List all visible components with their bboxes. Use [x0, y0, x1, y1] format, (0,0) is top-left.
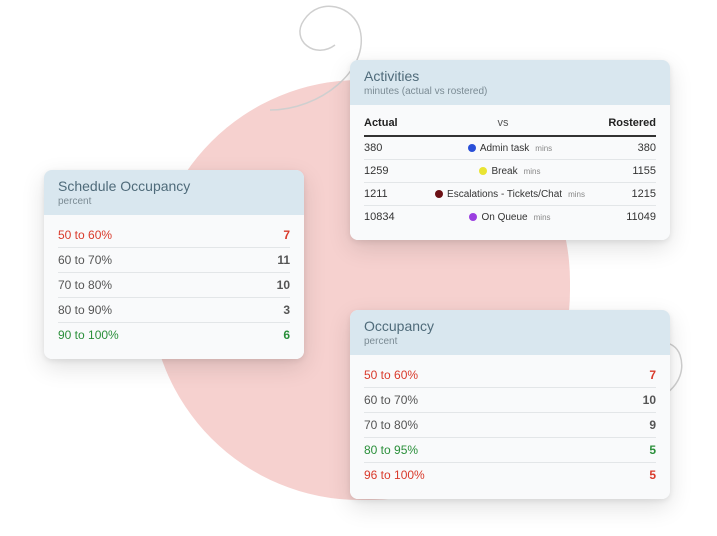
rostered-value: 1215	[606, 188, 656, 200]
activity-label: On Queue mins	[414, 212, 606, 223]
rostered-value: 11049	[606, 211, 656, 223]
actual-value: 1259	[364, 165, 414, 177]
series-color-dot-icon	[469, 213, 477, 221]
series-color-dot-icon	[468, 144, 476, 152]
column-header-vs: vs	[398, 117, 609, 129]
list-item: 60 to 70%10	[364, 388, 656, 413]
card-header: Activities minutes (actual vs rostered)	[350, 60, 670, 105]
rostered-value: 380	[606, 142, 656, 154]
range-value: 5	[628, 443, 656, 457]
activity-name: On Queue	[481, 212, 527, 223]
list-item: 60 to 70%11	[58, 248, 290, 273]
range-value: 6	[262, 328, 290, 342]
range-label: 80 to 95%	[364, 443, 628, 457]
activity-label: Break mins	[414, 166, 606, 177]
activities-table-header: Actual vs Rostered	[364, 113, 656, 137]
list-item: 90 to 100%6	[58, 323, 290, 347]
card-header: Schedule Occupancy percent	[44, 170, 304, 215]
activity-name: Escalations - Tickets/Chat	[447, 189, 562, 200]
list-item: 70 to 80%10	[58, 273, 290, 298]
activity-label: Escalations - Tickets/Chat mins	[414, 189, 606, 200]
mins-suffix: mins	[568, 190, 585, 199]
range-label: 96 to 100%	[364, 468, 628, 482]
activity-name: Break	[491, 166, 517, 177]
list-item: 80 to 95%5	[364, 438, 656, 463]
actual-value: 1211	[364, 188, 414, 200]
activity-label: Admin task mins	[414, 143, 606, 154]
activities-table: Actual vs Rostered 380 Admin task mins 380 1…	[350, 105, 670, 240]
card-title: Occupancy	[364, 318, 656, 334]
card-title: Schedule Occupancy	[58, 178, 290, 194]
actual-value: 10834	[364, 211, 414, 223]
mins-suffix: mins	[535, 144, 552, 153]
card-subtitle: percent	[364, 336, 656, 347]
activity-name: Admin task	[480, 143, 529, 154]
table-row: 1211 Escalations - Tickets/Chat mins 1215	[364, 183, 656, 206]
range-value: 10	[262, 278, 290, 292]
card-header: Occupancy percent	[350, 310, 670, 355]
occupancy-card: Occupancy percent 50 to 60%760 to 70%107…	[350, 310, 670, 499]
range-value: 7	[628, 368, 656, 382]
table-row: 1259 Break mins 1155	[364, 160, 656, 183]
list-item: 96 to 100%5	[364, 463, 656, 487]
list-item: 80 to 90%3	[58, 298, 290, 323]
table-row: 10834 On Queue mins 11049	[364, 206, 656, 228]
mins-suffix: mins	[534, 213, 551, 222]
list-item: 50 to 60%7	[364, 363, 656, 388]
series-color-dot-icon	[435, 190, 443, 198]
list-item: 50 to 60%7	[58, 223, 290, 248]
range-label: 90 to 100%	[58, 328, 262, 342]
series-color-dot-icon	[479, 167, 487, 175]
activities-card: Activities minutes (actual vs rostered) …	[350, 60, 670, 240]
range-label: 70 to 80%	[364, 418, 628, 432]
range-label: 80 to 90%	[58, 303, 262, 317]
card-title: Activities	[364, 68, 656, 84]
range-label: 50 to 60%	[364, 368, 628, 382]
range-value: 10	[628, 393, 656, 407]
rostered-value: 1155	[606, 165, 656, 177]
range-label: 70 to 80%	[58, 278, 262, 292]
mins-suffix: mins	[524, 167, 541, 176]
range-label: 60 to 70%	[364, 393, 628, 407]
card-subtitle: minutes (actual vs rostered)	[364, 86, 656, 97]
range-label: 50 to 60%	[58, 228, 262, 242]
schedule-occupancy-list: 50 to 60%760 to 70%1170 to 80%1080 to 90…	[44, 215, 304, 359]
card-subtitle: percent	[58, 196, 290, 207]
occupancy-list: 50 to 60%760 to 70%1070 to 80%980 to 95%…	[350, 355, 670, 499]
range-value: 11	[262, 253, 290, 267]
range-value: 3	[262, 303, 290, 317]
column-header-actual: Actual	[364, 117, 398, 129]
column-header-rostered: Rostered	[608, 117, 656, 129]
range-label: 60 to 70%	[58, 253, 262, 267]
actual-value: 380	[364, 142, 414, 154]
schedule-occupancy-card: Schedule Occupancy percent 50 to 60%760 …	[44, 170, 304, 359]
range-value: 9	[628, 418, 656, 432]
table-row: 380 Admin task mins 380	[364, 137, 656, 160]
list-item: 70 to 80%9	[364, 413, 656, 438]
range-value: 7	[262, 228, 290, 242]
range-value: 5	[628, 468, 656, 482]
